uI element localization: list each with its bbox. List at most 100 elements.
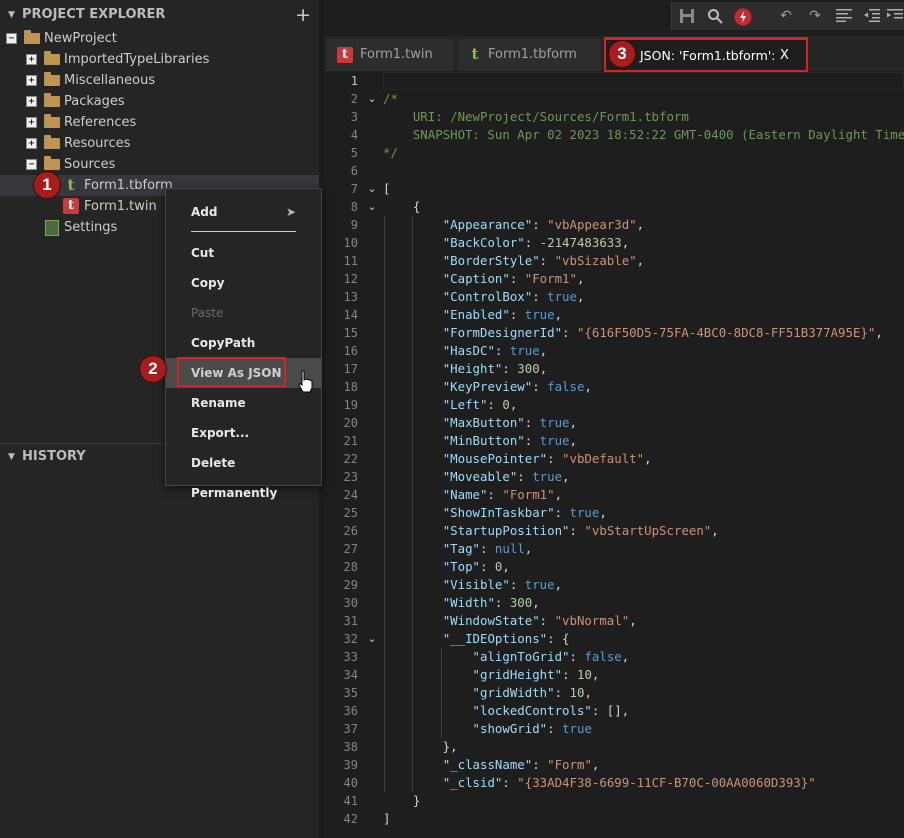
fold-chevron-icon[interactable]: ⌄: [366, 90, 378, 108]
menu-item-label: Add: [191, 205, 218, 219]
code-line: "_clsid": "{33AD4F38-6699-11CF-B70C-00AA…: [442, 775, 816, 790]
tab-form1-twin[interactable]: t Form1.twin: [327, 39, 454, 71]
line-number: 22: [343, 452, 358, 466]
tab-label: Form1.tbform: [488, 47, 577, 62]
search-icon[interactable]: [706, 8, 724, 24]
line-number: 13: [343, 290, 358, 304]
folder-icon: [44, 156, 60, 170]
menu-item-export[interactable]: Export...: [166, 418, 321, 448]
line-number: 31: [343, 614, 358, 628]
line-number: 10: [343, 236, 358, 250]
tree-item-newproject[interactable]: − NewProject: [6, 28, 306, 49]
redo-icon[interactable]: ↷: [806, 8, 824, 24]
code-line: */: [383, 145, 398, 160]
collapse-triangle-icon[interactable]: ▼: [8, 2, 15, 28]
line-number: 19: [343, 398, 358, 412]
menu-item-label: Cut: [191, 246, 215, 260]
tbform-icon: t: [67, 176, 75, 194]
menu-item-add[interactable]: Add ➤: [166, 197, 321, 227]
context-menu: Add ➤ Cut Copy Paste CopyPath View As JS…: [165, 188, 322, 500]
project-explorer-title: PROJECT EXPLORER: [22, 7, 166, 22]
fold-chevron-icon[interactable]: ⌄: [366, 630, 378, 648]
menu-item-cut[interactable]: Cut: [166, 238, 321, 268]
line-number: 20: [343, 416, 358, 430]
line-number: 8: [350, 200, 358, 214]
folder-icon: [44, 135, 60, 149]
expand-icon[interactable]: +: [26, 138, 37, 149]
tree-item-resources[interactable]: + Resources: [26, 133, 306, 154]
submenu-arrow-icon: ➤: [285, 205, 296, 219]
expand-icon[interactable]: +: [26, 117, 37, 128]
code-line: "Height": 300,: [442, 361, 548, 376]
line-number: 3: [350, 110, 358, 124]
code-line: "alignToGrid": false,: [472, 649, 630, 664]
menu-item-delete-permanently[interactable]: Delete Permanently: [166, 448, 321, 500]
tree-item-references[interactable]: + References: [26, 112, 306, 133]
view-as-json-highlight: [177, 357, 286, 387]
undo-icon[interactable]: ↶: [777, 8, 795, 24]
code-editor[interactable]: /* URI: /NewProject/Sources/Form1.tbform…: [383, 72, 904, 838]
line-number: 17: [343, 362, 358, 376]
line-number: 41: [343, 794, 358, 808]
project-explorer-header[interactable]: ▼ PROJECT EXPLORER +: [0, 2, 319, 28]
code-line: "Tag": null,: [442, 541, 533, 556]
indent-guide: [441, 648, 442, 738]
fold-chevron-icon[interactable]: ⌄: [366, 198, 378, 216]
menu-item-label: Delete Permanently: [191, 456, 278, 500]
save-icon[interactable]: [678, 8, 696, 24]
code-line: "_className": "Form",: [442, 757, 600, 772]
code-line: "BorderStyle": "vbSizable",: [442, 253, 645, 268]
tree-item-label: Form1.twin: [84, 199, 157, 214]
menu-item-copypath[interactable]: CopyPath: [166, 328, 321, 358]
tab-label: Form1.twin: [360, 47, 433, 62]
line-number: 14: [343, 308, 358, 322]
tree-item-importedtypelibraries[interactable]: + ImportedTypeLibraries: [26, 49, 306, 70]
expand-icon[interactable]: +: [26, 96, 37, 107]
code-line: ]: [383, 811, 391, 826]
expand-icon[interactable]: +: [26, 75, 37, 86]
line-number: 11: [343, 254, 358, 268]
lightning-icon[interactable]: [734, 8, 752, 26]
line-number: 4: [350, 128, 358, 142]
code-line: "WindowState": "vbNormal",: [442, 613, 637, 628]
line-number: 15: [343, 326, 358, 340]
menu-item-copy[interactable]: Copy: [166, 268, 321, 298]
add-icon[interactable]: +: [295, 2, 311, 28]
code-line: "ShowInTaskbar": true,: [442, 505, 607, 520]
code-line: "gridWidth": 10,: [472, 685, 592, 700]
tab-form1-tbform[interactable]: t Form1.tbform: [458, 39, 601, 71]
line-number: 21: [343, 434, 358, 448]
code-line: "BackColor": -2147483633,: [442, 235, 630, 250]
tree-item-sources[interactable]: − Sources: [26, 154, 306, 175]
tree-item-packages[interactable]: + Packages: [26, 91, 306, 112]
outdent-icon[interactable]: [863, 8, 881, 24]
code-line: "FormDesignerId": "{616F50D5-75FA-4BC0-8…: [442, 325, 883, 340]
hand-cursor-icon: [298, 370, 313, 393]
expand-icon[interactable]: +: [26, 54, 37, 65]
line-number: 2: [350, 92, 358, 106]
line-number-gutter: 1 2 ⌄ 3 4 5 6 7 ⌄ 8 ⌄ 9 10 11 12 13 14 15 16 17 18 19 20 21 22 23…: [324, 72, 377, 838]
code-line: SNAPSHOT: Sun Apr 02 2023 18:52:22 GMT-0…: [383, 127, 904, 142]
tree-item-miscellaneous[interactable]: + Miscellaneous: [26, 70, 306, 91]
tree-item-label: ImportedTypeLibraries: [64, 52, 210, 67]
fold-chevron-icon[interactable]: ⌄: [366, 180, 378, 198]
line-number: 33: [343, 650, 358, 664]
line-number: 38: [343, 740, 358, 754]
code-line: "__IDEOptions": {: [442, 631, 570, 646]
indent-icon[interactable]: [886, 8, 904, 24]
menu-item-paste: Paste: [166, 298, 321, 328]
align-left-icon[interactable]: [835, 8, 853, 24]
collapse-icon[interactable]: −: [6, 33, 17, 44]
collapse-triangle-icon[interactable]: ▼: [8, 444, 15, 470]
tbform-icon: t: [471, 45, 479, 63]
folder-icon: [44, 72, 60, 86]
tree-item-label: NewProject: [44, 31, 117, 46]
twin-icon: t: [63, 198, 79, 214]
line-number: 16: [343, 344, 358, 358]
menu-separator: [191, 231, 296, 232]
tree-item-label: Packages: [64, 94, 125, 109]
code-line: },: [383, 739, 458, 754]
line-number: 36: [343, 704, 358, 718]
collapse-icon[interactable]: −: [26, 159, 37, 170]
line-number: 29: [343, 578, 358, 592]
